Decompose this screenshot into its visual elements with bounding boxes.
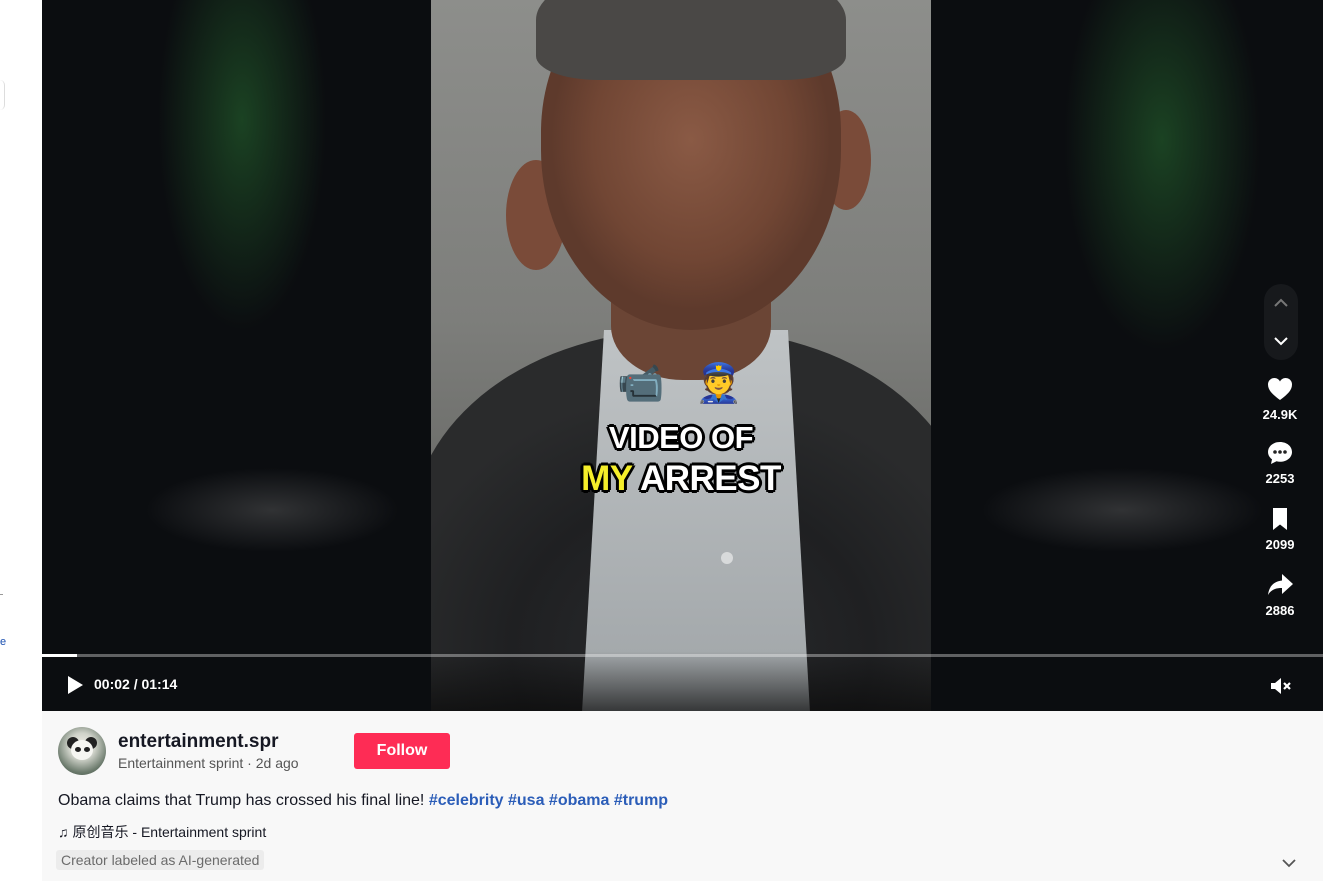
save-button[interactable]: 2099 bbox=[1250, 505, 1310, 552]
post-info-panel: entertainment.spr Entertainment sprint ·… bbox=[42, 711, 1323, 881]
bookmark-icon bbox=[1273, 508, 1287, 530]
chevron-up-icon[interactable] bbox=[1264, 286, 1298, 320]
like-button[interactable]: 24.9K bbox=[1250, 375, 1310, 422]
progress-bar[interactable] bbox=[42, 654, 1323, 657]
music-note-icon: ♫ bbox=[58, 824, 69, 840]
hashtag-link[interactable]: #usa bbox=[508, 792, 544, 809]
avatar[interactable] bbox=[58, 727, 106, 775]
video-player[interactable]: 📹 👮 VIDEO OF MY ARREST 24.9K 2253 2099 2… bbox=[42, 0, 1323, 711]
share-count: 2886 bbox=[1265, 603, 1295, 618]
music-title: 原创音乐 - Entertainment sprint bbox=[72, 824, 267, 840]
caption-word: ARREST bbox=[639, 459, 781, 498]
hashtag-link[interactable]: #trump bbox=[614, 792, 668, 809]
video-bottom-fade bbox=[431, 651, 931, 711]
play-icon[interactable] bbox=[64, 673, 86, 697]
expand-chevron-icon[interactable] bbox=[1280, 854, 1298, 872]
chevron-down-icon[interactable] bbox=[1264, 324, 1298, 358]
author-meta: Entertainment sprint · 2d ago bbox=[118, 755, 299, 771]
caption-camera-emoji: 📹 bbox=[617, 363, 665, 405]
hashtag-link[interactable]: #obama bbox=[549, 792, 609, 809]
author-nickname: Entertainment sprint bbox=[118, 755, 244, 771]
muted-speaker-icon[interactable] bbox=[1268, 674, 1294, 698]
post-description: Obama claims that Trump has crossed his … bbox=[58, 792, 668, 810]
video-subject-button bbox=[721, 552, 733, 564]
save-count: 2099 bbox=[1265, 537, 1295, 552]
caption-line-1: VIDEO OF bbox=[608, 420, 754, 455]
share-arrow-icon bbox=[1268, 574, 1293, 595]
post-age: 2d ago bbox=[255, 755, 299, 771]
comment-button[interactable]: 2253 bbox=[1250, 439, 1310, 486]
username-link[interactable]: entertainment.spr bbox=[118, 731, 278, 753]
video-frame[interactable]: 📹 👮 VIDEO OF MY ARREST bbox=[431, 0, 931, 711]
time-display: 00:02 / 01:14 bbox=[94, 676, 178, 692]
ai-generated-label: Creator labeled as AI-generated bbox=[56, 850, 265, 870]
video-nav bbox=[1264, 284, 1298, 360]
sidebar-link-fragment[interactable]: e bbox=[0, 636, 6, 648]
sidebar-divider bbox=[0, 594, 3, 595]
avatar-panda-eye bbox=[75, 747, 81, 752]
caption-line-2: MY ARREST bbox=[431, 459, 931, 499]
comment-count: 2253 bbox=[1265, 471, 1295, 486]
like-count: 24.9K bbox=[1262, 407, 1298, 422]
caption-highlight-word: MY bbox=[581, 459, 633, 498]
caption-police-emoji: 👮 bbox=[695, 363, 743, 405]
music-link[interactable]: ♫ 原创音乐 - Entertainment sprint bbox=[58, 822, 266, 842]
share-button[interactable]: 2886 bbox=[1250, 571, 1310, 618]
video-subject-hair bbox=[536, 0, 846, 80]
left-sidebar-edge: e bbox=[0, 0, 42, 881]
comment-icon bbox=[1268, 442, 1292, 464]
avatar-panda-eye bbox=[84, 747, 90, 752]
heart-icon bbox=[1268, 378, 1292, 400]
hashtag-link[interactable]: #celebrity bbox=[429, 792, 504, 809]
progress-fill bbox=[42, 654, 77, 657]
description-text: Obama claims that Trump has crossed his … bbox=[58, 792, 425, 809]
follow-button[interactable]: Follow bbox=[354, 733, 450, 769]
meta-separator: · bbox=[243, 755, 256, 771]
sidebar-toggle-edge[interactable] bbox=[0, 80, 5, 110]
